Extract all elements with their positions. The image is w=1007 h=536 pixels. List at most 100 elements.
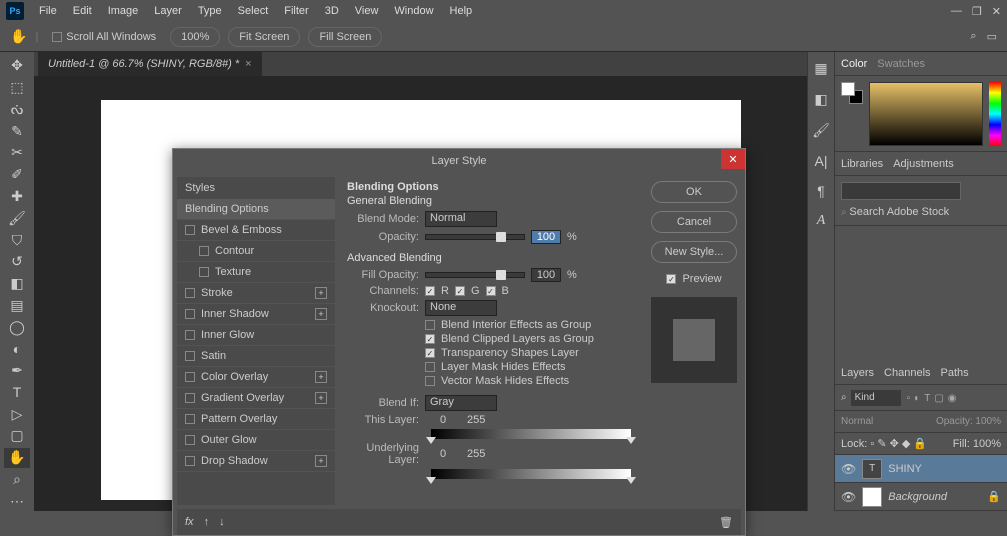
fill-screen-button[interactable]: Fill Screen	[308, 27, 382, 47]
edit-toolbar-icon[interactable]: ⋯	[4, 491, 30, 511]
dialog-close-button[interactable]: ✕	[721, 149, 745, 169]
fill-opacity-input[interactable]: 100	[531, 268, 561, 282]
window-restore-icon[interactable]: ❐	[972, 5, 982, 18]
layer-fill-input[interactable]: 100%	[973, 438, 1001, 450]
style-bevel-emboss[interactable]: Bevel & Emboss	[177, 220, 335, 241]
underlying-layer-slider[interactable]	[431, 469, 631, 479]
zoom-level-field[interactable]: 100%	[170, 27, 220, 47]
zoom-tool-icon[interactable]: ⌕	[4, 470, 30, 490]
style-inner-glow[interactable]: Inner Glow	[177, 325, 335, 346]
arrow-down-icon[interactable]: ↓	[219, 516, 225, 528]
style-contour[interactable]: Contour	[177, 241, 335, 262]
style-satin[interactable]: Satin	[177, 346, 335, 367]
libraries-tab[interactable]: Libraries	[841, 158, 883, 170]
window-minimize-icon[interactable]: —	[951, 5, 962, 18]
blend-mode-dropdown[interactable]: Normal	[841, 416, 873, 427]
move-tool-icon[interactable]: ✥	[4, 56, 30, 76]
new-style-button[interactable]: New Style...	[651, 241, 737, 263]
style-pattern-overlay[interactable]: Pattern Overlay	[177, 409, 335, 430]
color-picker[interactable]	[869, 82, 983, 146]
marquee-tool-icon[interactable]: ⬚	[4, 78, 30, 98]
trash-icon[interactable]: 🗑	[719, 516, 733, 529]
style-color-overlay[interactable]: Color Overlay+	[177, 367, 335, 388]
style-blending-options[interactable]: Blending Options	[177, 199, 335, 220]
ok-button[interactable]: OK	[651, 181, 737, 203]
search-icon[interactable]: ⌕	[970, 30, 976, 43]
vector-mask-hides-checkbox[interactable]	[425, 376, 435, 386]
hand-tool-icon[interactable]: ✋	[4, 448, 30, 468]
layer-row-background[interactable]: 👁 Background 🔒	[835, 483, 1007, 511]
properties-panel-icon[interactable]: ◧	[814, 91, 827, 108]
fill-opacity-slider[interactable]	[425, 272, 525, 278]
type-tool-icon[interactable]: T	[4, 382, 30, 402]
visibility-icon[interactable]: 👁	[841, 490, 856, 504]
menu-file[interactable]: File	[32, 0, 64, 22]
shape-tool-icon[interactable]: ▢	[4, 426, 30, 446]
brush-tool-icon[interactable]: 🖌	[4, 208, 30, 228]
healing-brush-tool-icon[interactable]: ✚	[4, 187, 30, 207]
quick-select-tool-icon[interactable]: ✎	[4, 121, 30, 141]
menu-select[interactable]: Select	[231, 0, 276, 22]
blend-mode-dropdown[interactable]: Normal	[425, 211, 497, 227]
fx-icon[interactable]: fx	[185, 516, 194, 528]
style-inner-shadow[interactable]: Inner Shadow+	[177, 304, 335, 325]
paragraph-panel-icon[interactable]: ¶	[817, 183, 825, 199]
clone-stamp-tool-icon[interactable]: ⛉	[4, 230, 30, 250]
scroll-all-windows-checkbox[interactable]: Scroll All Windows	[46, 31, 162, 43]
swatches-tab[interactable]: Swatches	[877, 58, 925, 70]
eraser-tool-icon[interactable]: ◧	[4, 274, 30, 294]
blend-clipped-checkbox[interactable]: ✓	[425, 334, 435, 344]
menu-3d[interactable]: 3D	[318, 0, 346, 22]
document-tab[interactable]: Untitled-1 @ 66.7% (SHINY, RGB/8#) * ×	[38, 52, 262, 76]
opacity-slider[interactable]	[425, 234, 525, 240]
menu-edit[interactable]: Edit	[66, 0, 99, 22]
eyedropper-tool-icon[interactable]: ✐	[4, 165, 30, 185]
channel-g-checkbox[interactable]: ✓	[455, 286, 465, 296]
plus-icon[interactable]: +	[315, 308, 327, 320]
history-brush-tool-icon[interactable]: ↺	[4, 252, 30, 272]
dodge-tool-icon[interactable]: ◐	[4, 339, 30, 359]
adjustments-tab[interactable]: Adjustments	[893, 158, 954, 170]
path-select-tool-icon[interactable]: ▷	[4, 404, 30, 424]
menu-filter[interactable]: Filter	[277, 0, 315, 22]
blend-if-dropdown[interactable]: Gray	[425, 395, 497, 411]
menu-view[interactable]: View	[348, 0, 386, 22]
transparency-shapes-checkbox[interactable]: ✓	[425, 348, 435, 358]
brush-panel-icon[interactable]: 🖌	[812, 122, 830, 139]
menu-window[interactable]: Window	[387, 0, 440, 22]
crop-tool-icon[interactable]: ✂	[4, 143, 30, 163]
plus-icon[interactable]: +	[315, 455, 327, 467]
paths-tab[interactable]: Paths	[941, 367, 969, 379]
hue-slider[interactable]	[989, 82, 1001, 146]
blur-tool-icon[interactable]: ◯	[4, 317, 30, 337]
lock-icons[interactable]: ▫ ✎ ✥ ◆ 🔒	[870, 438, 927, 450]
workspace-icon[interactable]: ▭	[987, 30, 997, 43]
history-panel-icon[interactable]: ▦	[814, 60, 827, 77]
window-close-icon[interactable]: ✕	[992, 5, 1001, 18]
foreground-background-swatch[interactable]	[841, 82, 863, 104]
layer-opacity-input[interactable]: 100%	[975, 416, 1001, 427]
this-layer-slider[interactable]	[431, 429, 631, 439]
menu-layer[interactable]: Layer	[147, 0, 189, 22]
layer-name[interactable]: Background	[888, 491, 947, 503]
pen-tool-icon[interactable]: ✒	[4, 361, 30, 381]
glyphs-panel-icon[interactable]: A	[817, 213, 826, 229]
style-outer-glow[interactable]: Outer Glow	[177, 430, 335, 451]
channel-r-checkbox[interactable]: ✓	[425, 286, 435, 296]
layer-filter-input[interactable]	[851, 390, 901, 406]
filter-icons[interactable]: ▫◐T▢◉	[905, 392, 959, 404]
cancel-button[interactable]: Cancel	[651, 211, 737, 233]
style-gradient-overlay[interactable]: Gradient Overlay+	[177, 388, 335, 409]
opacity-input[interactable]: 100	[531, 230, 561, 244]
preview-checkbox[interactable]: ✓Preview	[666, 273, 721, 285]
visibility-icon[interactable]: 👁	[841, 462, 856, 476]
fit-screen-button[interactable]: Fit Screen	[228, 27, 300, 47]
close-tab-icon[interactable]: ×	[245, 58, 251, 70]
gradient-tool-icon[interactable]: ▤	[4, 295, 30, 315]
plus-icon[interactable]: +	[315, 371, 327, 383]
style-stroke[interactable]: Stroke+	[177, 283, 335, 304]
color-tab[interactable]: Color	[841, 58, 867, 70]
menu-type[interactable]: Type	[191, 0, 229, 22]
channel-b-checkbox[interactable]: ✓	[486, 286, 496, 296]
menu-help[interactable]: Help	[443, 0, 480, 22]
